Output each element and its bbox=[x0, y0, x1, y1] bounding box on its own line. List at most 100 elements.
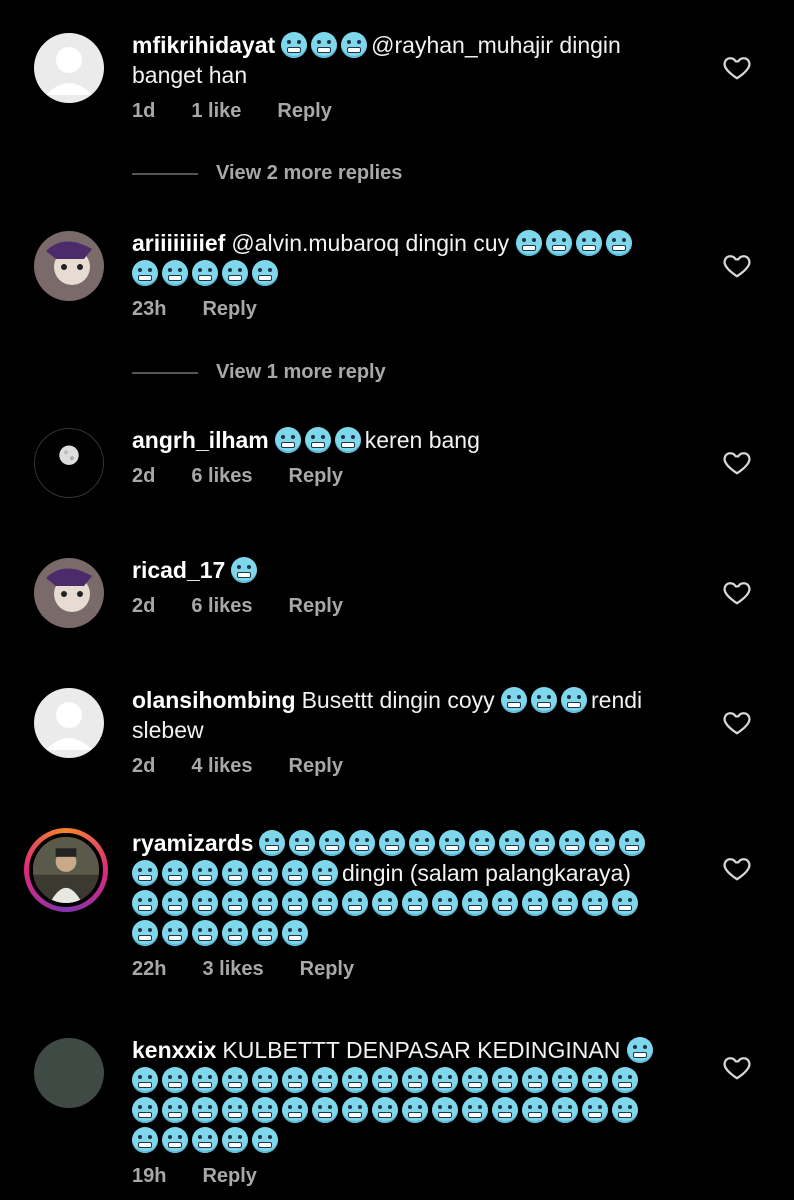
cold-face-emoji bbox=[432, 1097, 458, 1123]
comment-username[interactable]: angrh_ilham bbox=[132, 427, 269, 453]
cold-face-emoji bbox=[132, 1067, 158, 1093]
comment-username[interactable]: ryamizards bbox=[132, 830, 253, 856]
comment-username[interactable]: olansihombing bbox=[132, 687, 296, 713]
reply-button[interactable]: Reply bbox=[300, 958, 354, 981]
avatar[interactable] bbox=[34, 1038, 104, 1108]
like-heart-icon[interactable] bbox=[722, 853, 752, 883]
reply-button[interactable]: Reply bbox=[277, 100, 331, 123]
cold-face-emoji bbox=[282, 920, 308, 946]
comment-timestamp: 1d bbox=[132, 100, 156, 122]
comment-like-count[interactable]: 6 likes bbox=[191, 465, 252, 488]
cold-face-emoji bbox=[492, 1097, 518, 1123]
cold-face-emoji bbox=[499, 830, 526, 856]
cold-face-emoji bbox=[372, 1067, 398, 1093]
divider-line bbox=[132, 172, 198, 175]
like-heart-icon[interactable] bbox=[722, 447, 752, 477]
avatar[interactable] bbox=[34, 688, 104, 758]
cold-face-emoji bbox=[312, 860, 338, 886]
reply-button[interactable]: Reply bbox=[289, 465, 343, 488]
cold-face-emoji bbox=[274, 427, 301, 453]
cold-face-emoji bbox=[349, 830, 376, 856]
avatar[interactable] bbox=[34, 558, 104, 628]
avatar[interactable] bbox=[34, 428, 104, 498]
cold-face-emoji bbox=[342, 1097, 368, 1123]
view-more-replies-button[interactable]: View 2 more replies bbox=[132, 162, 402, 185]
comment-like-count[interactable]: 1 like bbox=[191, 100, 241, 123]
cold-face-emoji bbox=[462, 1067, 488, 1093]
comment-message: @alvin.mubaroq dingin cuy bbox=[231, 230, 510, 256]
comment-body: ryamizards dingin (salam palangkaraya) 22… bbox=[132, 828, 662, 981]
reply-button[interactable]: Reply bbox=[202, 1165, 256, 1188]
cold-face-emoji bbox=[312, 1067, 338, 1093]
comment-meta: 23h Reply bbox=[132, 298, 662, 321]
cold-face-emoji bbox=[409, 830, 436, 856]
view-more-label: View 2 more replies bbox=[216, 162, 403, 184]
comment-username[interactable]: ricad_17 bbox=[132, 557, 225, 583]
cold-face-emoji bbox=[222, 260, 248, 286]
cold-face-emoji bbox=[334, 427, 361, 453]
cold-face-emoji bbox=[619, 830, 646, 856]
cold-face-emoji bbox=[282, 1067, 308, 1093]
comment-meta: 19h Reply bbox=[132, 1165, 662, 1188]
cold-face-emoji bbox=[252, 1067, 278, 1093]
cold-face-emoji bbox=[342, 1067, 368, 1093]
comment-username[interactable]: ariiiiiiiief bbox=[132, 230, 225, 256]
cold-face-emoji bbox=[289, 830, 316, 856]
cold-face-emoji bbox=[522, 890, 548, 916]
cold-face-emoji bbox=[132, 920, 158, 946]
cold-face-emoji bbox=[439, 830, 466, 856]
cold-face-emoji bbox=[402, 1097, 428, 1123]
comment-body: ariiiiiiiief @alvin.mubaroq dingin cuy 23… bbox=[132, 228, 662, 321]
cold-face-emoji bbox=[379, 830, 406, 856]
cold-face-emoji bbox=[282, 860, 308, 886]
reply-button[interactable]: Reply bbox=[202, 298, 256, 321]
cold-face-emoji bbox=[492, 890, 518, 916]
cold-face-emoji bbox=[231, 557, 258, 583]
cold-face-emoji bbox=[252, 860, 278, 886]
cold-face-emoji bbox=[162, 920, 188, 946]
cold-face-emoji bbox=[372, 890, 398, 916]
cold-face-emoji bbox=[462, 1097, 488, 1123]
reply-button[interactable]: Reply bbox=[289, 755, 343, 778]
like-heart-icon[interactable] bbox=[722, 577, 752, 607]
comment-timestamp: 2d bbox=[132, 755, 156, 777]
comment-message: dingin (salam palangkaraya) bbox=[342, 860, 631, 886]
cold-face-emoji bbox=[552, 890, 578, 916]
cold-face-emoji bbox=[522, 1097, 548, 1123]
cold-face-emoji bbox=[162, 1097, 188, 1123]
reply-button[interactable]: Reply bbox=[289, 595, 343, 618]
comment-body: ricad_17 2d 6 likes Reply bbox=[132, 555, 662, 618]
comment-timestamp: 2d bbox=[132, 465, 156, 487]
cold-face-emoji bbox=[192, 260, 218, 286]
comment-username[interactable]: mfikrihidayat bbox=[132, 32, 275, 58]
story-ring[interactable] bbox=[24, 828, 108, 912]
comment-body: mfikrihidayat @rayhan_muhajir dingin bang… bbox=[132, 30, 662, 123]
comment-message: keren bang bbox=[364, 427, 480, 453]
avatar[interactable] bbox=[34, 33, 104, 103]
cold-face-emoji bbox=[252, 260, 278, 286]
comment-timestamp: 23h bbox=[132, 298, 167, 320]
cold-face-emoji bbox=[432, 1067, 458, 1093]
avatar[interactable] bbox=[34, 231, 104, 301]
comment-like-count[interactable]: 4 likes bbox=[191, 755, 252, 778]
comment-username[interactable]: kenxxix bbox=[132, 1037, 216, 1063]
like-heart-icon[interactable] bbox=[722, 707, 752, 737]
comment-message: Busettt dingin coyy bbox=[301, 687, 495, 713]
cold-face-emoji bbox=[222, 1067, 248, 1093]
cold-face-emoji bbox=[319, 830, 346, 856]
comment-like-count[interactable]: 3 likes bbox=[202, 958, 263, 981]
cold-face-emoji bbox=[222, 860, 248, 886]
like-heart-icon[interactable] bbox=[722, 250, 752, 280]
like-heart-icon[interactable] bbox=[722, 52, 752, 82]
cold-face-emoji bbox=[589, 830, 616, 856]
view-more-replies-button[interactable]: View 1 more reply bbox=[132, 361, 386, 384]
cold-face-emoji bbox=[626, 1037, 653, 1063]
cold-face-emoji bbox=[192, 860, 218, 886]
cold-face-emoji bbox=[552, 1097, 578, 1123]
cold-face-emoji bbox=[222, 890, 248, 916]
cold-face-emoji bbox=[132, 260, 158, 286]
cold-face-emoji bbox=[575, 230, 602, 256]
like-heart-icon[interactable] bbox=[722, 1052, 752, 1082]
comment-like-count[interactable]: 6 likes bbox=[191, 595, 252, 618]
comment-text: angrh_ilham keren bang bbox=[132, 425, 662, 455]
